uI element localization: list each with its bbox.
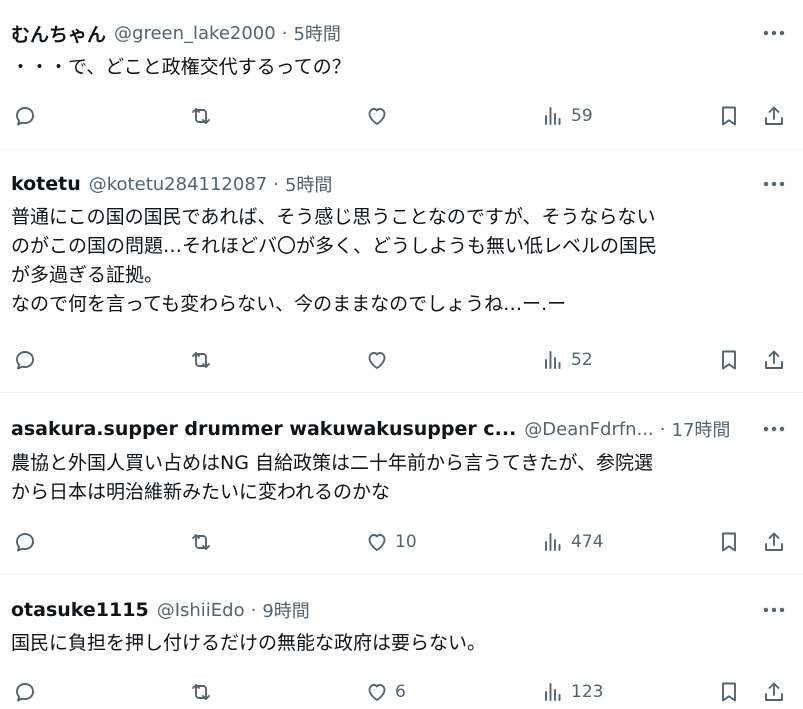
bookmark-button[interactable] [717, 525, 741, 559]
views-button[interactable]: 123 [541, 675, 603, 709]
reply-button[interactable] [13, 343, 37, 377]
reply-button[interactable] [13, 675, 37, 709]
reply-icon [16, 351, 34, 370]
heart-icon [368, 352, 386, 369]
post-text: 農協と外国人買い占めはNG 自給政策は二十年前から言うてきたが、参院選 から日本… [11, 452, 654, 503]
analytics-icon [545, 683, 561, 701]
share-icon [765, 532, 783, 551]
reply-icon [16, 533, 34, 552]
reply-button[interactable] [13, 525, 37, 559]
separator: · [659, 418, 666, 440]
repost-icon [192, 534, 210, 550]
views-button[interactable]: 474 [541, 525, 603, 559]
separator: · [273, 173, 279, 195]
more-options-icon[interactable] [759, 416, 789, 442]
more-options-icon[interactable] [759, 20, 789, 46]
repost-button[interactable] [189, 343, 213, 377]
separator: · [250, 599, 257, 621]
heart-icon [368, 684, 386, 701]
reply-button[interactable] [13, 99, 37, 133]
post[interactable]: kotetu @kotetu284112087 · 5時間 普通にこの国の国民で… [0, 150, 803, 393]
repost-button[interactable] [189, 99, 213, 133]
heart-icon [368, 108, 386, 125]
analytics-icon [545, 533, 561, 551]
post-header: kotetu @kotetu284112087 · 5時間 [11, 171, 783, 197]
repost-icon [192, 684, 210, 700]
action-bar: 10 474 [0, 525, 803, 559]
share-icon [765, 106, 783, 125]
action-bar: 6 123 [0, 675, 803, 709]
author-name[interactable]: asakura.supper drummer wakuwakusupper c.… [11, 418, 516, 440]
share-button[interactable] [762, 99, 786, 133]
post-text: 国民に負担を押し付けるだけの無能な政府は要らない。 [11, 632, 487, 654]
post-text: 普通にこの国の国民であれば、そう感じ思うことなのですが、そうならない のがこの国… [11, 206, 658, 315]
more-options-icon[interactable] [759, 171, 789, 197]
bookmark-icon [722, 682, 736, 702]
reply-icon [16, 683, 34, 702]
author-name[interactable]: kotetu [11, 173, 81, 195]
share-button[interactable] [762, 675, 786, 709]
like-count: 10 [395, 532, 417, 552]
author-handle[interactable]: @DeanFdrfn... [524, 419, 653, 440]
repost-icon [192, 108, 210, 124]
share-icon [765, 682, 783, 701]
repost-button[interactable] [189, 675, 213, 709]
bookmark-icon [722, 532, 736, 552]
bookmark-button[interactable] [717, 99, 741, 133]
post[interactable]: むんちゃん @green_lake2000 · 5時間 ・・・で、どこと政権交代… [0, 0, 803, 150]
post-header: otasuke1115 @IshiiEdo · 9時間 [11, 597, 783, 623]
timestamp[interactable]: 17時間 [672, 416, 731, 442]
action-bar: 52 [0, 343, 803, 377]
like-count: 6 [395, 682, 406, 702]
more-options-icon[interactable] [759, 597, 789, 623]
views-button[interactable]: 59 [541, 99, 593, 133]
timestamp[interactable]: 9時間 [262, 597, 309, 623]
like-button[interactable] [365, 343, 395, 377]
reply-icon [16, 107, 34, 126]
repost-icon [192, 352, 210, 368]
analytics-icon [545, 351, 561, 369]
view-count: 59 [571, 106, 593, 126]
view-count: 123 [571, 682, 604, 702]
author-name[interactable]: むんちゃん [11, 20, 106, 46]
share-button[interactable] [762, 343, 786, 377]
share-icon [765, 350, 783, 369]
bookmark-button[interactable] [717, 343, 741, 377]
post-text: ・・・で、どこと政権交代するっての？ [11, 56, 351, 78]
author-handle[interactable]: @IshiiEdo [157, 600, 245, 621]
heart-icon [368, 534, 386, 551]
author-handle[interactable]: @green_lake2000 [114, 23, 276, 44]
action-bar: 59 [0, 99, 803, 133]
post-header: asakura.supper drummer wakuwakusupper c.… [11, 416, 741, 442]
repost-button[interactable] [189, 525, 213, 559]
analytics-icon [545, 107, 561, 125]
view-count: 52 [571, 350, 593, 370]
timestamp[interactable]: 5時間 [285, 171, 332, 197]
share-button[interactable] [762, 525, 786, 559]
bookmark-icon [722, 350, 736, 370]
bookmark-button[interactable] [717, 675, 741, 709]
timestamp[interactable]: 5時間 [293, 20, 340, 46]
like-button[interactable] [365, 99, 395, 133]
author-handle[interactable]: @kotetu284112087 [89, 174, 267, 195]
post-header: むんちゃん @green_lake2000 · 5時間 [11, 20, 783, 46]
separator: · [281, 22, 288, 44]
bookmark-icon [722, 106, 736, 126]
author-name[interactable]: otasuke1115 [11, 599, 149, 621]
post[interactable]: asakura.supper drummer wakuwakusupper c.… [0, 393, 803, 575]
like-button[interactable]: 10 [365, 525, 417, 559]
views-button[interactable]: 52 [541, 343, 593, 377]
post[interactable]: otasuke1115 @IshiiEdo · 9時間 国民に負担を押し付けるだ… [0, 575, 803, 709]
like-button[interactable]: 6 [365, 675, 406, 709]
view-count: 474 [571, 532, 604, 552]
